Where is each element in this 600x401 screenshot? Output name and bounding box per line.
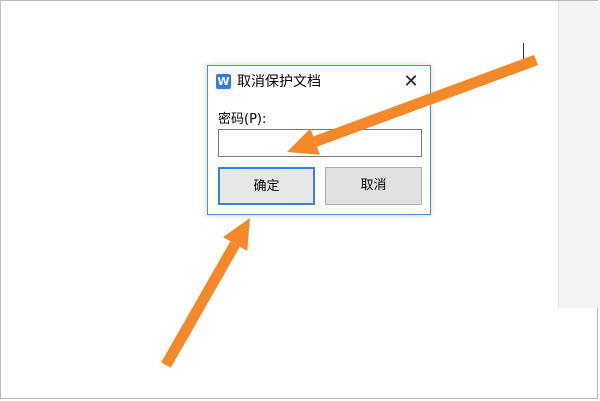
arrow-to-ok-button (161, 218, 250, 368)
annotation-arrows (161, 54, 538, 368)
arrow-to-password-input (287, 54, 538, 155)
